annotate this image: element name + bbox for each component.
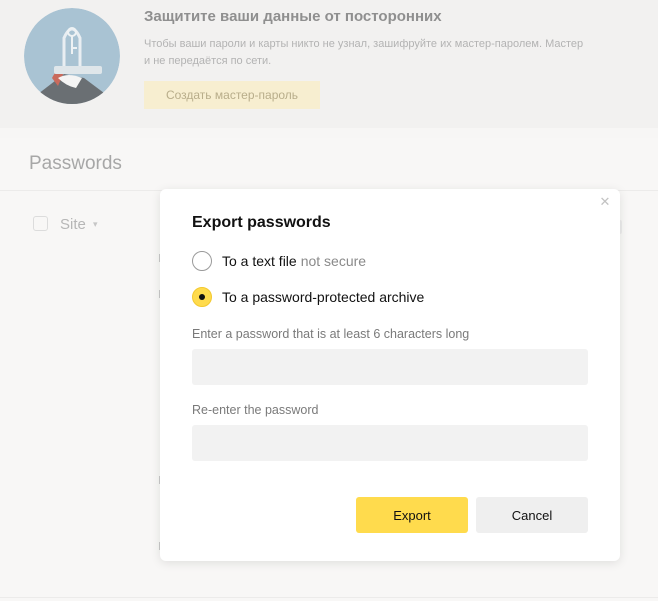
export-button[interactable]: Export <box>356 497 468 533</box>
not-secure-note: not secure <box>300 253 367 269</box>
confirm-password-input[interactable] <box>192 425 588 461</box>
select-all-checkbox[interactable] <box>33 216 48 231</box>
column-header-site[interactable]: Site <box>60 216 86 233</box>
create-master-password-button[interactable]: Создать мастер-пароль <box>144 81 320 109</box>
password-input[interactable] <box>192 349 588 385</box>
banner-description-line: Чтобы ваши пароли и карты никто не узнал… <box>144 38 584 50</box>
banner-description: Чтобы ваши пароли и карты никто не узнал… <box>144 36 658 70</box>
radio-protected-archive[interactable] <box>192 287 212 307</box>
confirm-password-label: Re-enter the password <box>192 403 319 417</box>
radio-text-file[interactable] <box>192 251 212 271</box>
password-label: Enter a password that is at least 6 char… <box>192 327 470 341</box>
divider <box>0 597 658 598</box>
export-passwords-dialog: ✕ Export passwords To a text file not se… <box>160 189 620 561</box>
cancel-button[interactable]: Cancel <box>476 497 588 533</box>
page-title: Passwords <box>29 153 122 174</box>
option-label: To a password-protected archive <box>222 289 425 305</box>
option-label: To a text file <box>222 253 297 269</box>
option-text-file[interactable]: To a text file not secure <box>192 251 366 271</box>
banner-description-line: и не передаётся по сети. <box>144 55 272 67</box>
close-icon[interactable]: ✕ <box>598 195 612 209</box>
banner-title: Защитите ваши данные от посторонних <box>144 8 442 25</box>
dialog-title: Export passwords <box>192 214 331 231</box>
chevron-down-icon: ▾ <box>93 219 98 229</box>
lock-illustration-icon <box>24 8 120 104</box>
master-password-banner: Защитите ваши данные от посторонних Чтоб… <box>0 0 658 128</box>
option-protected-archive[interactable]: To a password-protected archive <box>192 287 424 307</box>
